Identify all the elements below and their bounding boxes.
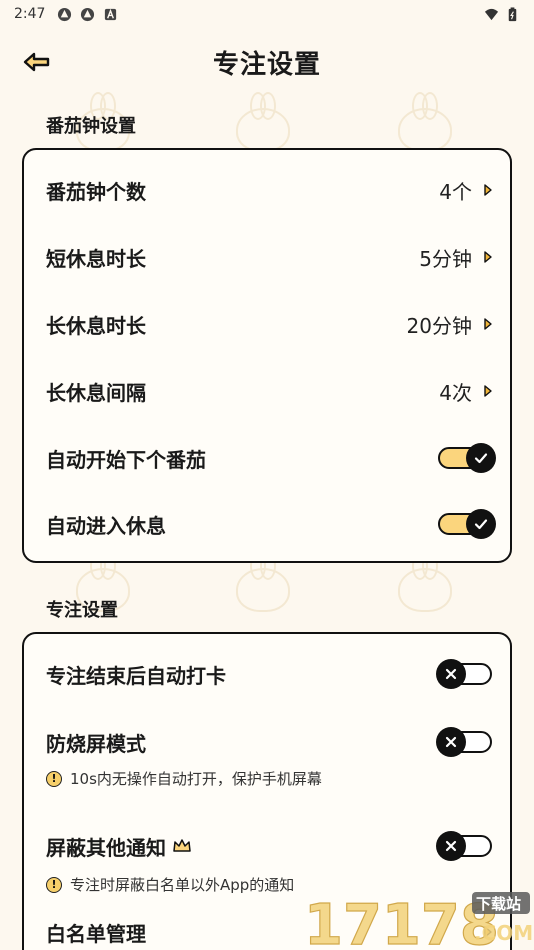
- crown-icon: [173, 839, 191, 852]
- setting-value-wrap: 4次: [439, 377, 494, 406]
- setting-value: 5分钟: [419, 246, 472, 271]
- setting-label-wrap: 屏蔽其他通知: [46, 832, 192, 861]
- chevron-right-icon: [482, 183, 494, 197]
- anti-burn-toggle[interactable]: [436, 727, 494, 757]
- setting-row-long-break[interactable]: 长休息时长 20分钟: [46, 304, 494, 344]
- system-icons: [484, 6, 520, 22]
- note-text: 专注时屏蔽白名单以外App的通知: [70, 876, 295, 894]
- setting-value-wrap: 5分钟: [419, 243, 494, 272]
- check-icon: [474, 453, 488, 464]
- bunny-decoration: [398, 552, 452, 612]
- setting-row-short-break[interactable]: 短休息时长 5分钟: [46, 237, 494, 277]
- setting-row-auto-break: 自动进入休息: [46, 504, 496, 544]
- block-notifications-note: ! 专注时屏蔽白名单以外App的通知: [46, 874, 494, 895]
- text-notification-icon: [105, 8, 117, 20]
- toggle-knob: [466, 443, 496, 473]
- chevron-right-icon: [482, 925, 494, 939]
- setting-label: 防烧屏模式: [46, 731, 146, 756]
- setting-value-wrap: 4个: [439, 176, 494, 205]
- setting-value-wrap: 20分钟: [407, 310, 494, 339]
- close-icon: [445, 840, 457, 852]
- status-bar: 2:47: [0, 0, 534, 28]
- setting-row-whitelist[interactable]: 白名单管理: [46, 912, 494, 950]
- toggle-knob: [436, 659, 466, 689]
- setting-label: 屏蔽其他通知: [46, 835, 166, 860]
- setting-value: 4个: [439, 179, 472, 204]
- setting-row-auto-start-next: 自动开始下个番茄: [46, 438, 496, 478]
- setting-row-long-break-interval[interactable]: 长休息间隔 4次: [46, 371, 494, 411]
- close-icon: [445, 668, 457, 680]
- setting-label: 长休息时长: [46, 313, 146, 338]
- setting-label: 专注结束后自动打卡: [46, 663, 226, 688]
- setting-label: 长休息间隔: [46, 380, 146, 405]
- section-title-pomodoro: 番茄钟设置: [46, 116, 136, 137]
- block-notifications-toggle[interactable]: [436, 831, 494, 861]
- app-notification-icon: [58, 7, 72, 21]
- focus-settings-card: 专注结束后自动打卡 防烧屏模式 ! 10s内无操作自动打开，保护手机屏幕 屏蔽其…: [22, 632, 512, 950]
- chevron-right-icon: [482, 250, 494, 264]
- warning-icon: !: [46, 876, 62, 893]
- auto-start-next-toggle[interactable]: [438, 443, 496, 473]
- header: 专注设置: [0, 40, 534, 84]
- toggle-knob: [436, 831, 466, 861]
- pomodoro-settings-card: 番茄钟个数 4个 短休息时长 5分钟 长休息时长 20分钟 长休息间隔 4次 自…: [22, 148, 512, 563]
- status-time: 2:47: [14, 6, 46, 22]
- setting-label: 自动进入休息: [46, 513, 166, 538]
- setting-label: 自动开始下个番茄: [46, 447, 206, 472]
- setting-value: 20分钟: [406, 313, 472, 338]
- setting-label: 番茄钟个数: [46, 179, 146, 204]
- notification-icons: [57, 7, 118, 22]
- page-title: 专注设置: [212, 49, 321, 80]
- setting-row-block-notifications: 屏蔽其他通知: [46, 826, 494, 866]
- bunny-decoration: [236, 552, 290, 612]
- setting-row-auto-checkin: 专注结束后自动打卡: [46, 654, 494, 694]
- check-icon: [474, 519, 488, 530]
- setting-value: 4次: [439, 380, 472, 405]
- setting-label: 白名单管理: [46, 921, 146, 946]
- chevron-right-icon: [482, 317, 494, 331]
- back-button[interactable]: [22, 48, 52, 76]
- app-notification-icon: [81, 7, 95, 21]
- toggle-knob: [436, 727, 466, 757]
- section-title-focus: 专注设置: [46, 600, 118, 621]
- chevron-right-icon: [482, 384, 494, 398]
- bunny-decoration: [236, 92, 290, 152]
- auto-break-toggle[interactable]: [438, 509, 496, 539]
- setting-row-pomodoro-count[interactable]: 番茄钟个数 4个: [46, 170, 494, 210]
- note-text: 10s内无操作自动打开，保护手机屏幕: [70, 770, 322, 788]
- wifi-icon: [484, 8, 499, 20]
- toggle-knob: [466, 509, 496, 539]
- auto-checkin-toggle[interactable]: [436, 659, 494, 689]
- setting-label: 短休息时长: [46, 246, 146, 271]
- setting-value-wrap: [482, 925, 494, 939]
- back-arrow-icon: [23, 52, 50, 72]
- battery-icon: [508, 6, 517, 21]
- bunny-decoration: [398, 92, 452, 152]
- warning-icon: !: [46, 770, 62, 787]
- setting-row-anti-burn: 防烧屏模式: [46, 722, 494, 762]
- close-icon: [445, 736, 457, 748]
- anti-burn-note: ! 10s内无操作自动打开，保护手机屏幕: [46, 768, 494, 789]
